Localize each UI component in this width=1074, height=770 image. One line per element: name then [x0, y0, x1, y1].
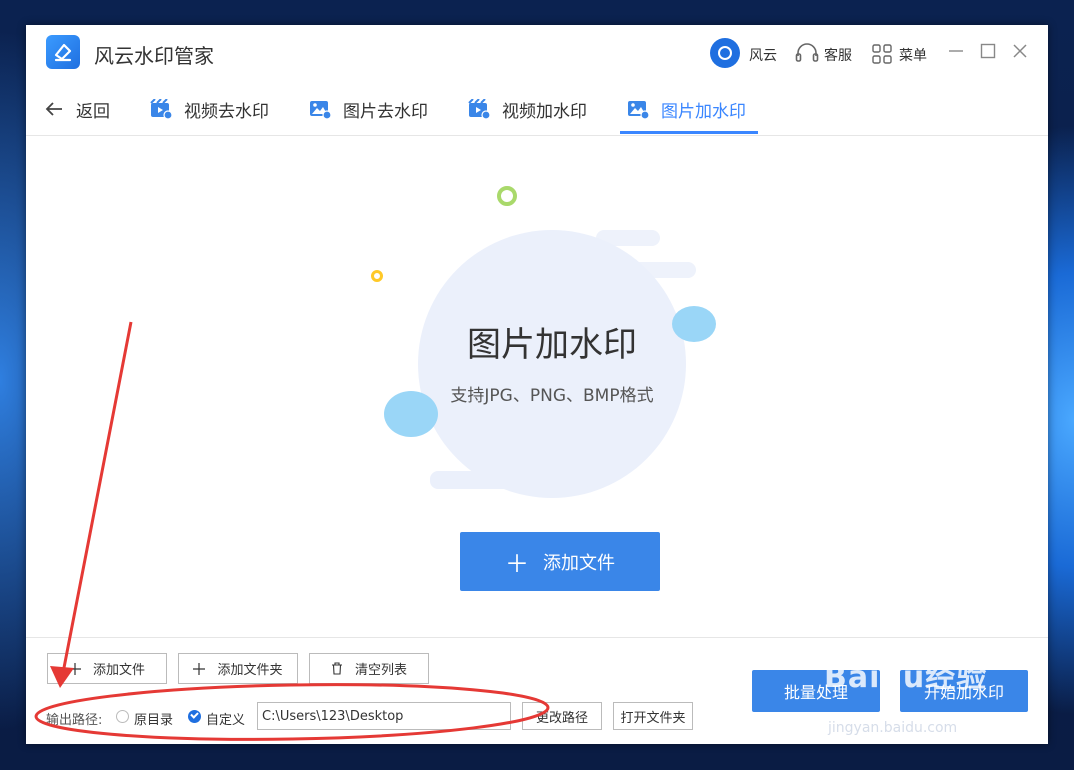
toolbar-add-file-button[interactable]: 添加文件	[47, 653, 167, 684]
maximize-button[interactable]	[978, 41, 998, 61]
output-path-label: 输出路径:	[46, 713, 103, 728]
cloud-decoration	[430, 471, 590, 489]
nav-bar: 返回 视频去水印 图片去水印 视频加水印 图片加水印	[26, 83, 1048, 136]
add-file-label: 添加文件	[543, 552, 615, 574]
back-button[interactable]: 返回	[44, 83, 110, 135]
plus-icon	[193, 662, 206, 675]
video-icon	[468, 99, 490, 119]
radio-custom-dir[interactable]	[188, 710, 201, 723]
add-file-button[interactable]: ＋ 添加文件	[460, 532, 660, 591]
user-avatar[interactable]	[710, 38, 740, 68]
image-icon	[309, 99, 331, 119]
radio-original-label[interactable]: 原目录	[134, 709, 173, 728]
clear-list-button[interactable]: 清空列表	[309, 653, 429, 684]
plus-icon	[68, 662, 81, 675]
divider	[26, 637, 1048, 638]
clear-list-label: 清空列表	[354, 663, 407, 678]
add-folder-button[interactable]: 添加文件夹	[178, 653, 298, 684]
change-path-button[interactable]: 更改路径	[522, 702, 602, 730]
app-title: 风云水印管家	[94, 44, 214, 68]
tab-label: 图片加水印	[661, 101, 746, 122]
active-tab-indicator	[620, 131, 758, 134]
image-icon	[627, 99, 649, 119]
dot-decoration	[371, 270, 383, 282]
radio-original-dir[interactable]	[116, 710, 129, 723]
open-folder-button[interactable]: 打开文件夹	[613, 702, 693, 730]
dot-decoration	[497, 186, 517, 206]
headset-icon[interactable]	[794, 43, 820, 69]
tab-label: 视频加水印	[502, 101, 587, 122]
grid-menu-icon[interactable]	[872, 44, 892, 68]
back-label: 返回	[76, 101, 110, 122]
close-button[interactable]	[1010, 41, 1030, 61]
trash-icon	[331, 662, 343, 675]
menu-button[interactable]: 菜单	[899, 45, 927, 65]
supported-formats: 支持JPG、PNG、BMP格式	[450, 386, 654, 406]
title-bar: 风云水印管家 风云 客服 菜单	[26, 25, 1048, 83]
output-path-input[interactable]	[257, 702, 511, 730]
start-watermark-button[interactable]: 开始加水印	[900, 670, 1028, 712]
tab-video-remove-watermark[interactable]: 视频去水印	[150, 83, 269, 135]
service-button[interactable]: 客服	[824, 45, 852, 65]
batch-process-button[interactable]: 批量处理	[752, 670, 880, 712]
app-window: 风云水印管家 风云 客服 菜单 返回 视频去水印 图片去水印 视频加水印 图片加…	[26, 25, 1048, 744]
plus-icon: ＋	[505, 550, 529, 578]
tab-video-add-watermark[interactable]: 视频加水印	[468, 83, 587, 135]
page-title: 图片加水印	[467, 325, 637, 365]
app-logo-icon	[46, 35, 80, 69]
radio-custom-label[interactable]: 自定义	[206, 709, 245, 728]
minimize-button[interactable]	[946, 41, 966, 61]
tab-image-add-watermark[interactable]: 图片加水印	[627, 83, 746, 135]
add-folder-label: 添加文件夹	[217, 663, 283, 678]
toolbar-add-file-label: 添加文件	[92, 663, 145, 678]
tab-label: 视频去水印	[184, 101, 269, 122]
arrow-left-icon	[44, 101, 64, 117]
video-icon	[150, 99, 172, 119]
tab-label: 图片去水印	[343, 101, 428, 122]
user-name[interactable]: 风云	[749, 45, 777, 65]
tab-image-remove-watermark[interactable]: 图片去水印	[309, 83, 428, 135]
